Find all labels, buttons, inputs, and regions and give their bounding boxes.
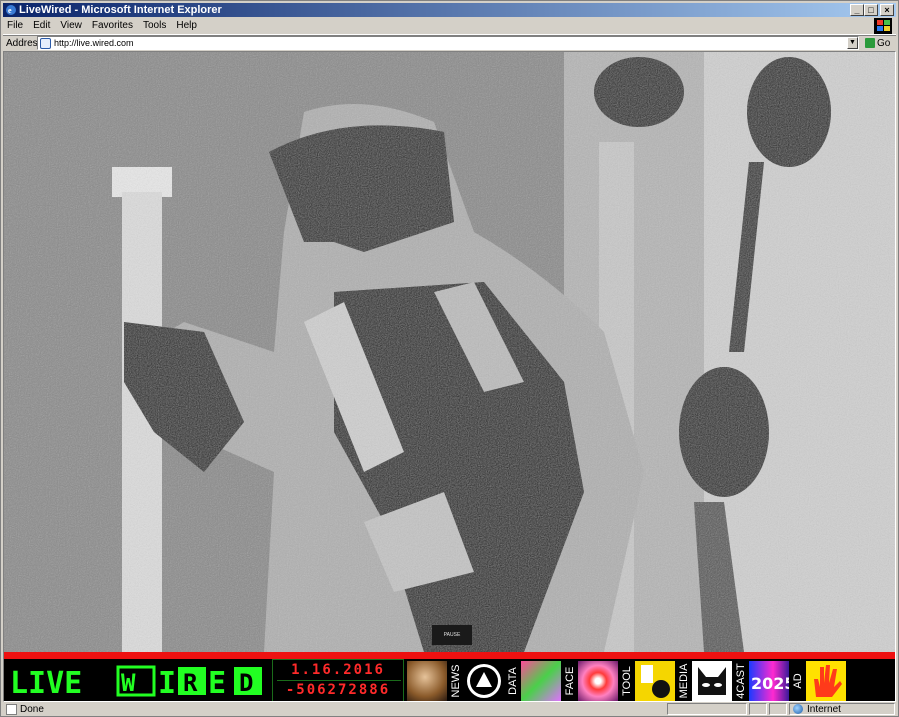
triangle-icon [467, 664, 501, 698]
page-icon [40, 37, 51, 49]
page-content: PAUSE LIVE W I R E D 1.16.2016 -50627288… [3, 51, 896, 702]
close-button[interactable]: × [880, 4, 894, 16]
nav-face-label: FACE [563, 666, 576, 696]
svg-text:D: D [239, 669, 253, 697]
nav-icons: NEWS DATA FACE TOOL MEDIA 4CAST 2025 [407, 661, 846, 701]
nav-news-label: NEWS [449, 664, 462, 698]
webcam-image [4, 52, 895, 652]
ie-logo-icon: e [6, 5, 16, 15]
livewired-nav-bar: LIVE W I R E D 1.16.2016 -506272886 NEWS… [4, 659, 895, 701]
counter-display: -506272886 [285, 682, 391, 698]
maximize-button[interactable]: □ [864, 4, 878, 16]
minimize-button[interactable]: _ [850, 4, 864, 16]
date-counter-box: 1.16.2016 -506272886 [272, 659, 404, 701]
browser-window: e LiveWired - Microsoft Internet Explore… [0, 0, 899, 717]
internet-globe-icon [793, 704, 803, 714]
svg-text:I: I [158, 666, 176, 699]
webcam-photo: PAUSE [4, 52, 895, 652]
zone-label: Internet [807, 703, 841, 715]
nav-media[interactable]: MEDIA [675, 661, 692, 701]
go-button[interactable]: Go [865, 36, 890, 50]
nav-media-label: MEDIA [677, 663, 690, 699]
status-text: Done [20, 703, 44, 715]
nav-4cast[interactable]: 4CAST [732, 661, 749, 701]
nav-news[interactable]: NEWS [447, 661, 464, 701]
menu-tools[interactable]: Tools [143, 20, 166, 31]
year-2025-icon: 2025 [751, 674, 789, 693]
nav-data-label: DATA [506, 667, 519, 695]
go-arrow-icon [865, 38, 875, 48]
address-dropdown-button[interactable]: ▼ [847, 37, 858, 49]
svg-text:W: W [121, 669, 136, 697]
menu-edit[interactable]: Edit [33, 20, 50, 31]
ad-thumb[interactable] [806, 661, 846, 701]
4cast-thumb[interactable]: 2025 [749, 661, 789, 701]
svg-text:2025: 2025 [751, 674, 789, 693]
svg-text:R: R [183, 669, 198, 697]
address-label: Address [6, 37, 43, 49]
nav-ad[interactable]: AD [789, 661, 806, 701]
face2-thumb[interactable] [578, 661, 618, 701]
data-thumb[interactable] [521, 661, 561, 701]
nav-data[interactable]: DATA [504, 661, 521, 701]
red-divider-bar [4, 652, 895, 659]
media-thumb[interactable] [692, 661, 732, 701]
nav-face[interactable]: FACE [561, 661, 578, 701]
menu-bar: File Edit View Favorites Tools Help [3, 17, 896, 35]
nav-tool[interactable]: TOOL [618, 661, 635, 701]
page-done-icon [6, 703, 17, 715]
livewired-logo[interactable]: LIVE W I R E D [8, 663, 268, 699]
menu-view[interactable]: View [60, 20, 82, 31]
go-label: Go [877, 37, 891, 49]
nav-ad-label: AD [791, 673, 804, 689]
hand-icon [814, 665, 842, 697]
windows-logo-icon [874, 18, 892, 34]
tool-icon [641, 665, 670, 698]
address-url: http://live.wired.com [54, 38, 134, 48]
face-thumb[interactable] [407, 661, 447, 701]
cat-mask-icon [698, 667, 726, 695]
nav-tool-label: TOOL [620, 666, 633, 696]
security-zone: Internet [789, 703, 895, 715]
title-bar: e LiveWired - Microsoft Internet Explore… [3, 3, 896, 17]
status-panel-blank [749, 703, 767, 715]
pause-button[interactable]: PAUSE [432, 625, 472, 645]
date-divider [277, 680, 401, 681]
address-bar: Address http://live.wired.com ▼ Go [3, 35, 896, 50]
progress-panel [667, 703, 747, 715]
menu-file[interactable]: File [7, 20, 23, 31]
tool-thumb[interactable] [635, 661, 675, 701]
menu-favorites[interactable]: Favorites [92, 20, 133, 31]
address-input[interactable]: http://live.wired.com ▼ [37, 36, 859, 50]
nav-4cast-label: 4CAST [734, 663, 747, 699]
status-bar: Done Internet [3, 702, 896, 716]
window-title: LiveWired - Microsoft Internet Explorer [19, 4, 222, 16]
status-panel-blank-2 [769, 703, 787, 715]
svg-text:e: e [8, 6, 12, 15]
menu-help[interactable]: Help [176, 20, 197, 31]
date-display: 1.16.2016 [291, 662, 385, 678]
news-thumb[interactable] [464, 661, 504, 701]
svg-text:LIVE: LIVE [10, 666, 82, 699]
svg-text:E: E [208, 666, 226, 699]
